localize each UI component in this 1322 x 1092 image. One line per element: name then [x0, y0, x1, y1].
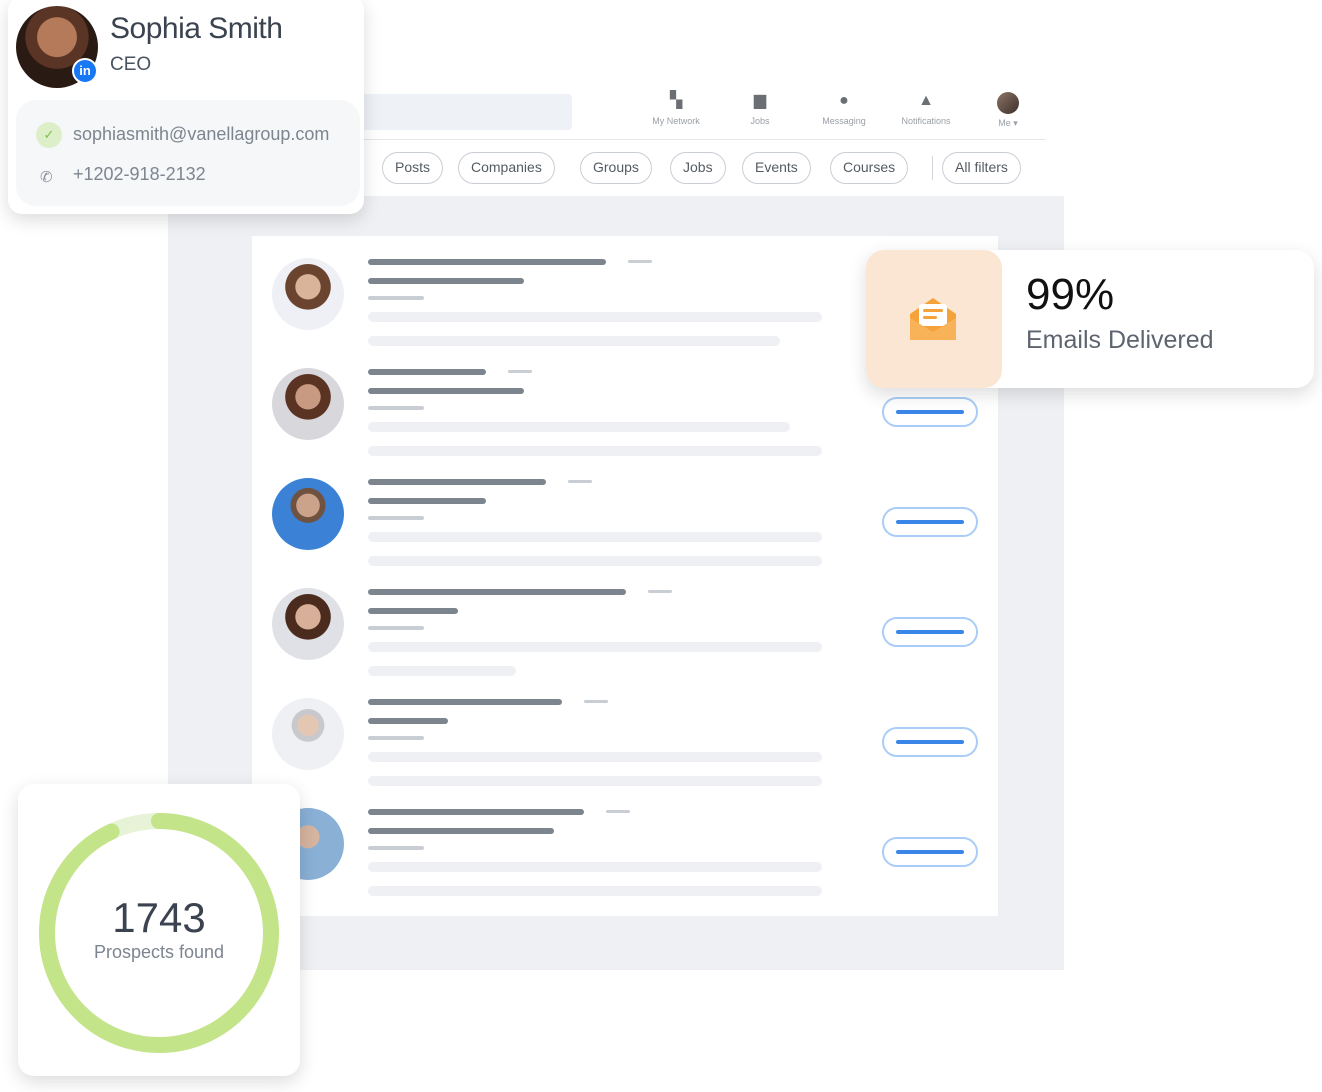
emails-delivered-card: 99% Emails Delivered [866, 250, 1314, 388]
prospects-value: 1743 [112, 894, 206, 941]
nav-me[interactable]: Me ▾ [968, 92, 1048, 129]
placeholder-line [584, 700, 608, 703]
placeholder-line [368, 736, 424, 740]
placeholder-line [368, 608, 458, 614]
avatar [272, 478, 344, 550]
connect-button[interactable] [882, 397, 978, 427]
placeholder-line [368, 312, 822, 322]
filter-chip-companies[interactable]: Companies [458, 152, 555, 184]
prospects-card: 1743 Prospects found [18, 784, 300, 1076]
profile-card: in Sophia Smith CEO ✓ sophiasmith@vanell… [8, 0, 364, 214]
placeholder-line [648, 590, 672, 593]
avatar [272, 698, 344, 770]
placeholder-line [368, 278, 524, 284]
nav-jobs[interactable]: ▆ Jobs [720, 92, 800, 126]
placeholder-line [368, 828, 554, 834]
search-input[interactable] [360, 94, 572, 130]
placeholder-line [368, 642, 822, 652]
list-item[interactable] [252, 786, 998, 896]
placeholder-line [368, 752, 822, 762]
placeholder-line [568, 480, 592, 483]
placeholder-line [368, 336, 780, 346]
list-item[interactable] [252, 456, 998, 566]
connect-button[interactable] [882, 617, 978, 647]
placeholder-line [368, 862, 822, 872]
app-canvas: ▚ My Network ▆ Jobs ● Messaging ▲ Notifi… [0, 0, 1322, 1092]
network-icon: ▚ [669, 92, 683, 109]
placeholder-line [368, 626, 424, 630]
placeholder-line [368, 886, 822, 896]
placeholder-line [368, 556, 822, 566]
filter-chip-events[interactable]: Events [742, 152, 811, 184]
connect-button[interactable] [882, 837, 978, 867]
placeholder-line [368, 532, 822, 542]
placeholder-line [368, 498, 486, 504]
avatar [997, 92, 1019, 114]
briefcase-icon: ▆ [753, 92, 767, 109]
filter-chip-all-filters[interactable]: All filters [942, 152, 1021, 184]
placeholder-line [368, 718, 448, 724]
bell-icon: ▲ [918, 92, 934, 109]
placeholder-line [368, 446, 822, 456]
nav-label: My Network [652, 116, 700, 126]
avatar [272, 588, 344, 660]
profile-role: CEO [110, 54, 152, 75]
filter-chip-jobs[interactable]: Jobs [670, 152, 726, 184]
linkedin-icon[interactable]: in [72, 58, 98, 84]
placeholder-line [368, 809, 584, 815]
avatar [272, 258, 344, 330]
connect-button[interactable] [882, 727, 978, 757]
filter-divider [932, 156, 933, 180]
emails-delivered-value: 99% [1026, 270, 1115, 319]
top-navigation: ▚ My Network ▆ Jobs ● Messaging ▲ Notifi… [360, 86, 1046, 140]
placeholder-line [368, 846, 424, 850]
placeholder-line [628, 260, 652, 263]
email-icon-box [866, 250, 1002, 388]
prospects-label: Prospects found [93, 942, 225, 962]
placeholder-line [368, 699, 562, 705]
nav-label: Me ▾ [998, 118, 1018, 128]
placeholder-line [508, 370, 532, 373]
filter-chip-courses[interactable]: Courses [830, 152, 909, 184]
emails-delivered-label: Emails Delivered [1026, 326, 1214, 354]
filter-chip-groups[interactable]: Groups [580, 152, 652, 184]
nav-notifications[interactable]: ▲ Notifications [886, 92, 966, 126]
contact-phone[interactable]: +1202-918-2132 [73, 164, 206, 185]
filter-chip-posts[interactable]: Posts [382, 152, 444, 184]
list-item[interactable] [252, 676, 998, 786]
placeholder-line [368, 259, 606, 265]
chat-icon: ● [839, 92, 849, 109]
nav-my-network[interactable]: ▚ My Network [636, 92, 716, 126]
nav-label: Messaging [822, 116, 866, 126]
placeholder-line [368, 589, 626, 595]
connect-button[interactable] [882, 507, 978, 537]
placeholder-line [368, 479, 546, 485]
contact-info: ✓ sophiasmith@vanellagroup.com ✆ +1202-9… [16, 100, 360, 206]
open-envelope-icon [910, 298, 956, 340]
placeholder-line [606, 810, 630, 813]
placeholder-line [368, 296, 424, 300]
placeholder-line [368, 776, 822, 786]
placeholder-line [368, 422, 790, 432]
nav-label: Notifications [901, 116, 951, 126]
check-icon: ✓ [36, 122, 62, 148]
list-item[interactable] [252, 566, 998, 676]
phone-icon: ✆ [40, 169, 53, 186]
placeholder-line [368, 516, 424, 520]
placeholder-line [368, 388, 524, 394]
contact-email[interactable]: sophiasmith@vanellagroup.com [73, 124, 329, 145]
profile-name: Sophia Smith [110, 12, 283, 45]
avatar [272, 368, 344, 440]
placeholder-line [368, 666, 516, 676]
placeholder-line [368, 369, 486, 375]
nav-label: Jobs [750, 116, 770, 126]
filter-bar: Posts Companies Groups Jobs Events Cours… [352, 152, 1052, 186]
placeholder-line [368, 406, 424, 410]
nav-messaging[interactable]: ● Messaging [804, 92, 884, 126]
